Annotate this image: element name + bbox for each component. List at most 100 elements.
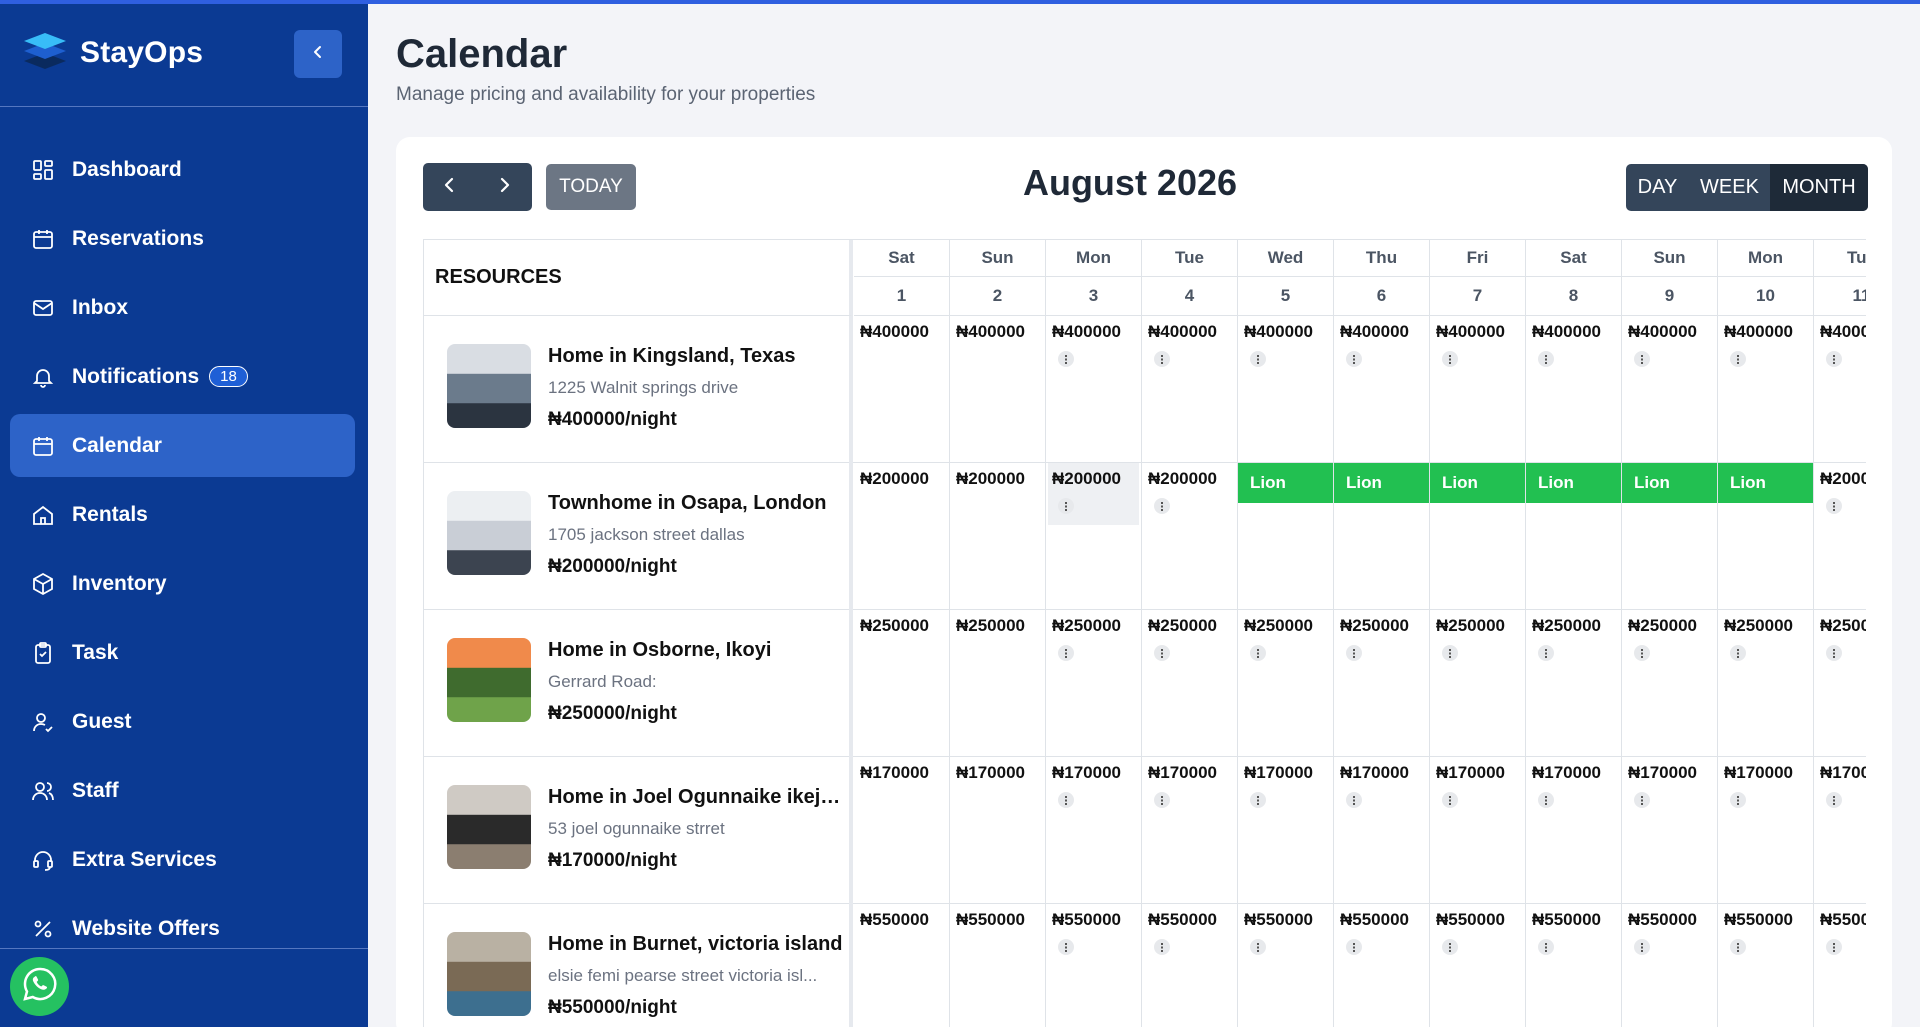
- sidebar-item-task[interactable]: Task: [10, 621, 355, 684]
- price-cell[interactable]: ₦550000: [1622, 904, 1717, 1027]
- price-cell[interactable]: ₦170000: [1430, 757, 1525, 903]
- price-cell[interactable]: ₦400000: [1238, 316, 1333, 462]
- price-cell[interactable]: ₦550000: [1046, 904, 1141, 1027]
- price-cell[interactable]: ₦250000: [1814, 610, 1866, 756]
- resource-cell[interactable]: Home in Osborne, Ikoyi Gerrard Road: ₦2500…: [424, 610, 853, 757]
- price-cell[interactable]: ₦400000: [1334, 316, 1429, 462]
- more-options-icon[interactable]: [1634, 939, 1650, 955]
- price-cell[interactable]: ₦170000: [1622, 757, 1717, 903]
- resource-cell[interactable]: Townhome in Osapa, London 1705 jackson st…: [424, 463, 853, 610]
- price-cell[interactable]: ₦170000: [1814, 757, 1866, 903]
- sidebar-item-guest[interactable]: Guest: [10, 690, 355, 753]
- reservation-block[interactable]: Lion: [1430, 463, 1525, 503]
- sidebar-item-inbox[interactable]: Inbox: [10, 276, 355, 339]
- price-cell[interactable]: ₦550000: [1526, 904, 1621, 1027]
- price-cell[interactable]: ₦550000: [1718, 904, 1813, 1027]
- price-cell[interactable]: ₦170000: [950, 757, 1045, 903]
- sidebar-item-reservations[interactable]: Reservations: [10, 207, 355, 270]
- more-options-icon[interactable]: [1442, 351, 1458, 367]
- price-cell[interactable]: ₦250000: [1526, 610, 1621, 756]
- sidebar-item-calendar[interactable]: Calendar: [10, 414, 355, 477]
- resource-cell[interactable]: Home in Joel Ogunnaike ikeja... 53 joel o…: [424, 757, 853, 904]
- price-cell[interactable]: ₦250000: [1046, 610, 1141, 756]
- price-cell[interactable]: ₦250000: [1430, 610, 1525, 756]
- more-options-icon[interactable]: [1442, 645, 1458, 661]
- more-options-icon[interactable]: [1442, 939, 1458, 955]
- price-cell[interactable]: ₦550000: [1142, 904, 1237, 1027]
- price-cell[interactable]: ₦250000: [1142, 610, 1237, 756]
- more-options-icon[interactable]: [1250, 351, 1266, 367]
- more-options-icon[interactable]: [1826, 645, 1842, 661]
- price-cell[interactable]: ₦400000: [1622, 316, 1717, 462]
- more-options-icon[interactable]: [1058, 939, 1074, 955]
- next-button[interactable]: [477, 163, 531, 211]
- more-options-icon[interactable]: [1538, 351, 1554, 367]
- price-cell[interactable]: ₦550000: [1238, 904, 1333, 1027]
- price-cell[interactable]: ₦170000: [1046, 757, 1141, 903]
- price-cell[interactable]: ₦250000: [1238, 610, 1333, 756]
- more-options-icon[interactable]: [1538, 792, 1554, 808]
- sidebar-item-rentals[interactable]: Rentals: [10, 483, 355, 546]
- more-options-icon[interactable]: [1346, 351, 1362, 367]
- reservation-block[interactable]: Lion: [1718, 463, 1813, 503]
- price-cell[interactable]: ₦170000: [854, 757, 949, 903]
- price-cell[interactable]: ₦200000: [950, 463, 1045, 609]
- more-options-icon[interactable]: [1058, 792, 1074, 808]
- more-options-icon[interactable]: [1826, 498, 1842, 514]
- resource-cell[interactable]: Home in Kingsland, Texas 1225 Walnit spri…: [424, 316, 853, 463]
- more-options-icon[interactable]: [1250, 939, 1266, 955]
- more-options-icon[interactable]: [1154, 792, 1170, 808]
- price-cell[interactable]: ₦250000: [1622, 610, 1717, 756]
- more-options-icon[interactable]: [1538, 645, 1554, 661]
- more-options-icon[interactable]: [1538, 939, 1554, 955]
- more-options-icon[interactable]: [1634, 351, 1650, 367]
- more-options-icon[interactable]: [1730, 351, 1746, 367]
- price-cell[interactable]: ₦250000: [950, 610, 1045, 756]
- price-cell[interactable]: ₦550000: [1334, 904, 1429, 1027]
- whatsapp-button[interactable]: [10, 957, 69, 1016]
- more-options-icon[interactable]: [1346, 939, 1362, 955]
- view-day-button[interactable]: DAY: [1626, 164, 1689, 211]
- price-cell[interactable]: ₦400000: [1046, 316, 1141, 462]
- price-cell[interactable]: ₦550000: [1814, 904, 1866, 1027]
- price-cell[interactable]: ₦400000: [1142, 316, 1237, 462]
- more-options-icon[interactable]: [1346, 792, 1362, 808]
- more-options-icon[interactable]: [1058, 498, 1074, 514]
- sidebar-item-staff[interactable]: Staff: [10, 759, 355, 822]
- reservation-block[interactable]: Lion: [1334, 463, 1429, 503]
- price-cell[interactable]: ₦400000: [1526, 316, 1621, 462]
- price-cell[interactable]: ₦200000: [1814, 463, 1866, 609]
- price-cell[interactable]: ₦250000: [854, 610, 949, 756]
- reservation-block[interactable]: Lion: [1622, 463, 1717, 503]
- property-name[interactable]: Home in Osborne, Ikoyi: [548, 639, 843, 662]
- price-cell[interactable]: ₦200000: [1142, 463, 1237, 609]
- price-cell[interactable]: ₦400000: [854, 316, 949, 462]
- reservation-block[interactable]: Lion: [1238, 463, 1333, 503]
- property-name[interactable]: Townhome in Osapa, London: [548, 492, 843, 515]
- price-cell[interactable]: ₦250000: [1334, 610, 1429, 756]
- more-options-icon[interactable]: [1730, 792, 1746, 808]
- more-options-icon[interactable]: [1058, 645, 1074, 661]
- view-week-button[interactable]: WEEK: [1689, 164, 1770, 211]
- today-button[interactable]: TODAY: [546, 164, 636, 210]
- price-cell[interactable]: ₦400000: [1718, 316, 1813, 462]
- price-cell[interactable]: ₦170000: [1142, 757, 1237, 903]
- price-cell[interactable]: ₦400000: [950, 316, 1045, 462]
- more-options-icon[interactable]: [1154, 939, 1170, 955]
- price-cell[interactable]: ₦170000: [1526, 757, 1621, 903]
- price-cell[interactable]: ₦170000: [1718, 757, 1813, 903]
- price-cell[interactable]: ₦400000: [1430, 316, 1525, 462]
- sidebar-item-notifications[interactable]: Notifications 18: [10, 345, 355, 408]
- more-options-icon[interactable]: [1250, 792, 1266, 808]
- more-options-icon[interactable]: [1058, 351, 1074, 367]
- sidebar-item-inventory[interactable]: Inventory: [10, 552, 355, 615]
- more-options-icon[interactable]: [1154, 351, 1170, 367]
- more-options-icon[interactable]: [1154, 498, 1170, 514]
- price-cell[interactable]: ₦200000: [1046, 463, 1141, 609]
- price-cell[interactable]: ₦250000: [1718, 610, 1813, 756]
- more-options-icon[interactable]: [1346, 645, 1362, 661]
- more-options-icon[interactable]: [1730, 645, 1746, 661]
- more-options-icon[interactable]: [1154, 645, 1170, 661]
- property-name[interactable]: Home in Burnet, victoria island: [548, 933, 843, 956]
- price-cell[interactable]: ₦550000: [1430, 904, 1525, 1027]
